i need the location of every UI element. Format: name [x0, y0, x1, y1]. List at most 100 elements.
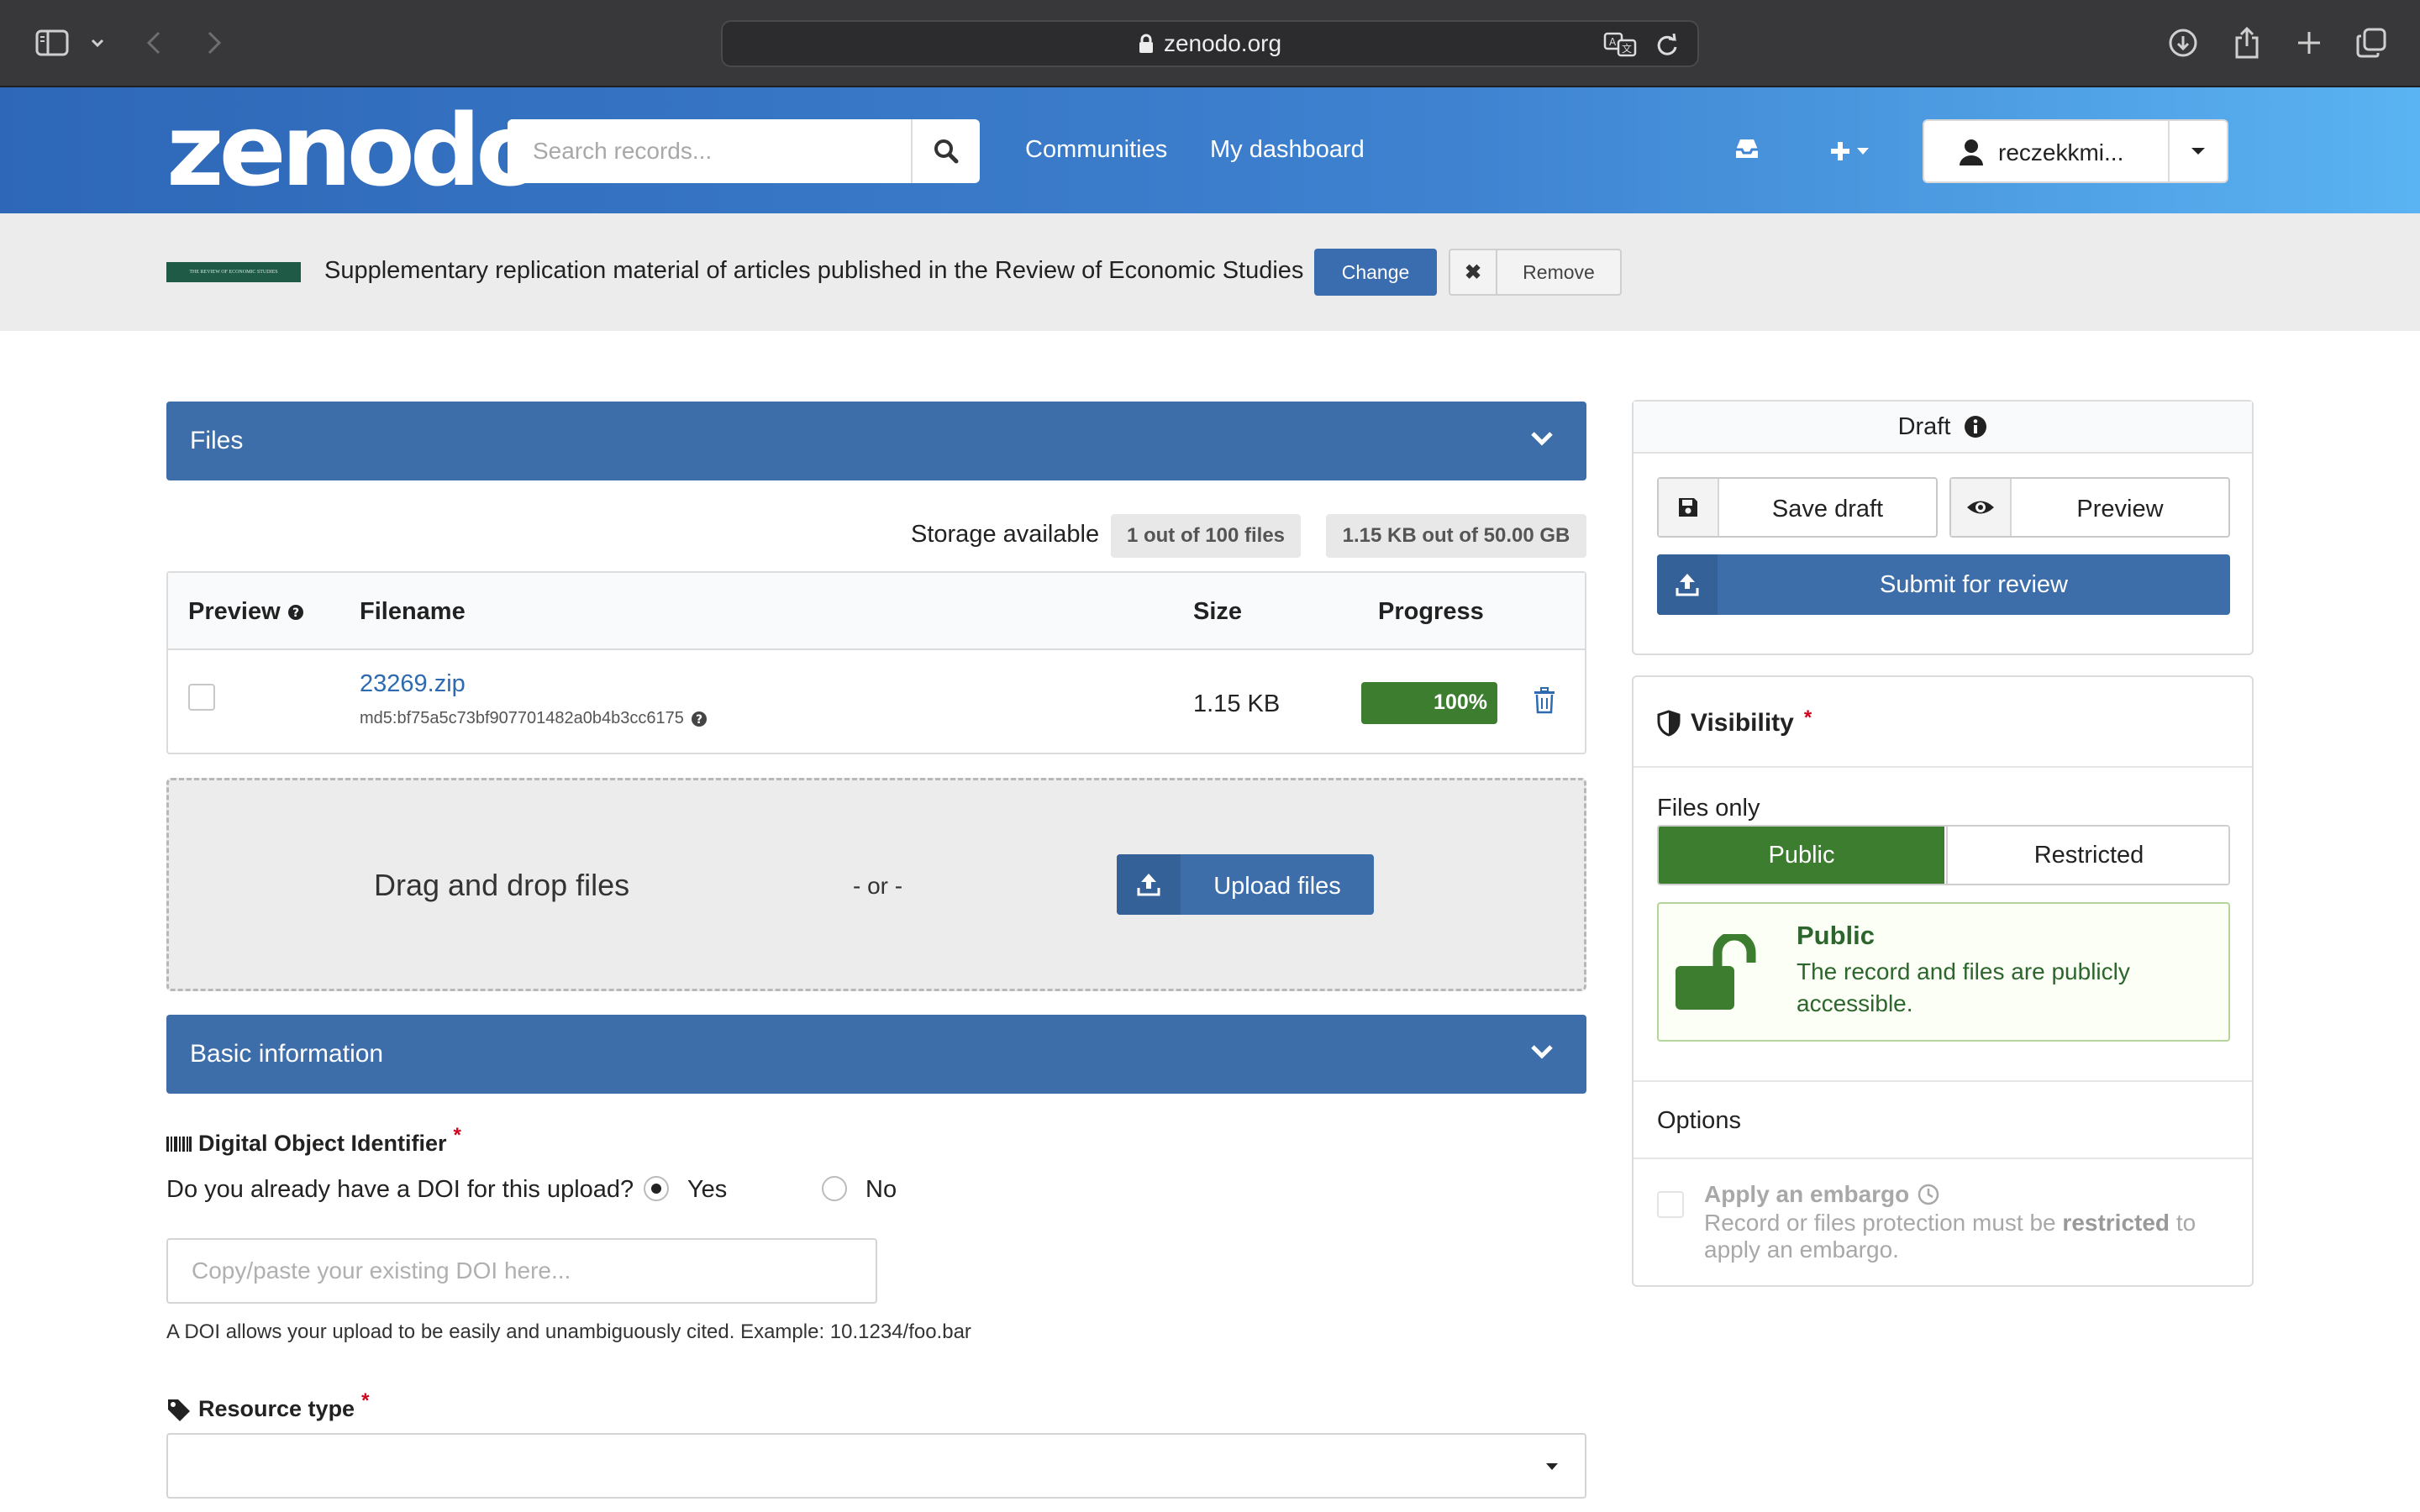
zenodo-logo[interactable]: zenodo	[166, 101, 544, 200]
svg-text:?: ?	[292, 606, 299, 620]
chevron-down-icon[interactable]	[87, 24, 108, 62]
deposit-status-card: Draft Save draft Preview Submit for revi…	[1632, 400, 2254, 655]
visibility-message-body: The record and files are publicly access…	[1797, 958, 2130, 1016]
url-text: zenodo.org	[1163, 30, 1282, 56]
file-checksum: md5:bf75a5c73bf907701482a0b4b3cc6175 ?	[360, 709, 708, 728]
visibility-message: Public The record and files are publicly…	[1657, 902, 2230, 1042]
file-dropzone[interactable]: Drag and drop files - or - Upload files	[166, 778, 1586, 991]
basic-information-accordion[interactable]: Basic information	[166, 1015, 1586, 1094]
save-draft-button[interactable]: Save draft	[1657, 477, 1938, 538]
doi-yes-label[interactable]: Yes	[687, 1176, 727, 1204]
column-header-size: Size	[1193, 598, 1243, 625]
column-header-progress: Progress	[1378, 598, 1484, 625]
files-only-label: Files only	[1657, 795, 1760, 822]
or-separator: - or -	[853, 873, 903, 899]
doi-yes-radio[interactable]	[644, 1176, 669, 1201]
chevron-down-icon	[1531, 1045, 1553, 1059]
files-section-title: Files	[190, 427, 244, 454]
draft-status-label: Draft	[1897, 412, 1951, 440]
save-icon	[1659, 479, 1719, 536]
file-link[interactable]: 23269.zip	[360, 670, 466, 698]
doi-no-label[interactable]: No	[865, 1176, 897, 1204]
visibility-message-title: Public	[1797, 921, 1876, 950]
shield-icon	[1657, 710, 1681, 737]
required-marker: *	[361, 1389, 370, 1412]
column-header-preview: Preview ?	[188, 598, 304, 626]
browser-toolbar: zenodo.org A文	[0, 0, 2420, 87]
embargo-description: Record or files protection must be restr…	[1704, 1210, 2196, 1263]
search-box	[508, 119, 980, 183]
remove-community-button[interactable]: ✖ Remove	[1449, 249, 1622, 296]
unlock-icon	[1676, 934, 1756, 1010]
tabs-overview-icon[interactable]	[2354, 24, 2388, 62]
preview-button[interactable]: Preview	[1949, 477, 2230, 538]
progress-text: 100%	[1434, 690, 1487, 714]
lock-icon	[1139, 34, 1153, 53]
translate-icon[interactable]: A文	[1603, 32, 1637, 57]
visibility-toggle: Public Restricted	[1657, 825, 2230, 885]
submit-for-review-button[interactable]: Submit for review	[1657, 554, 2230, 615]
user-menu[interactable]: reczekkmi...	[1923, 119, 2228, 183]
resource-type-dropdown[interactable]	[166, 1433, 1586, 1499]
forward-icon[interactable]	[202, 24, 227, 62]
address-bar[interactable]: zenodo.org A文	[721, 20, 1699, 67]
new-upload-menu[interactable]	[1828, 139, 1870, 163]
caret-down-icon	[1857, 148, 1869, 155]
required-marker: *	[453, 1123, 461, 1147]
remove-label: Remove	[1523, 260, 1595, 283]
storage-label: Storage available	[911, 521, 1100, 548]
upload-files-button[interactable]: Upload files	[1117, 854, 1374, 915]
upload-icon	[1117, 854, 1181, 915]
user-menu-caret[interactable]	[2168, 121, 2227, 181]
barcode-icon	[166, 1136, 192, 1152]
search-input[interactable]	[508, 119, 911, 183]
restricted-option[interactable]: Restricted	[1946, 827, 2228, 884]
file-preview-checkbox[interactable]	[188, 684, 215, 711]
search-button[interactable]	[911, 119, 980, 183]
download-icon[interactable]	[2166, 24, 2200, 62]
community-title: Supplementary replication material of ar…	[324, 257, 1304, 284]
divider	[1634, 1158, 2252, 1159]
basic-information-title: Basic information	[190, 1040, 384, 1068]
upload-progress-bar: 100%	[1361, 682, 1497, 724]
divider	[1634, 766, 2252, 768]
clock-icon	[1918, 1184, 1939, 1205]
question-circle-icon[interactable]: ?	[287, 604, 304, 621]
change-community-button[interactable]: Change	[1314, 249, 1437, 296]
svg-text:A: A	[1609, 36, 1617, 48]
files-accordion[interactable]: Files	[166, 402, 1586, 480]
upload-icon	[1657, 554, 1718, 615]
user-icon	[1960, 139, 1983, 165]
eye-icon	[1951, 479, 2012, 536]
doi-no-radio[interactable]	[822, 1176, 847, 1201]
sidebar-toggle-icon[interactable]	[34, 24, 71, 62]
plus-icon	[1831, 142, 1849, 160]
new-tab-icon[interactable]	[2292, 24, 2326, 62]
info-icon[interactable]	[1964, 415, 1987, 438]
doi-question: Do you already have a DOI for this uploa…	[166, 1176, 634, 1203]
visibility-header: Visibility *	[1657, 706, 1812, 738]
upload-files-label: Upload files	[1213, 873, 1341, 900]
nav-communities[interactable]: Communities	[1025, 136, 1167, 164]
resource-type-label: Resource type *	[166, 1389, 369, 1422]
chevron-down-icon	[1531, 432, 1553, 446]
share-icon[interactable]	[2230, 24, 2264, 62]
public-option[interactable]: Public	[1659, 827, 1944, 884]
embargo-title: Apply an embargo	[1704, 1181, 1939, 1208]
trash-icon[interactable]	[1533, 687, 1556, 714]
embargo-checkbox[interactable]	[1657, 1191, 1684, 1218]
files-table: Preview ? Filename Size Progress 23269.z…	[166, 571, 1586, 754]
options-label: Options	[1657, 1107, 1741, 1134]
nav-my-dashboard[interactable]: My dashboard	[1210, 136, 1365, 164]
user-name: reczekkmi...	[1998, 139, 2124, 165]
storage-size-badge: 1.15 KB out of 50.00 GB	[1326, 514, 1586, 558]
community-logo: THE REVIEW OF ECONOMIC STUDIES	[166, 262, 301, 282]
question-circle-icon[interactable]: ?	[691, 711, 708, 727]
file-size: 1.15 KB	[1193, 690, 1281, 717]
inbox-icon[interactable]	[1733, 136, 1761, 161]
back-icon[interactable]	[141, 24, 166, 62]
reload-icon[interactable]	[1655, 34, 1679, 57]
caret-down-icon	[1546, 1463, 1558, 1470]
doi-input[interactable]	[166, 1238, 877, 1304]
caret-down-icon	[2191, 148, 2205, 155]
